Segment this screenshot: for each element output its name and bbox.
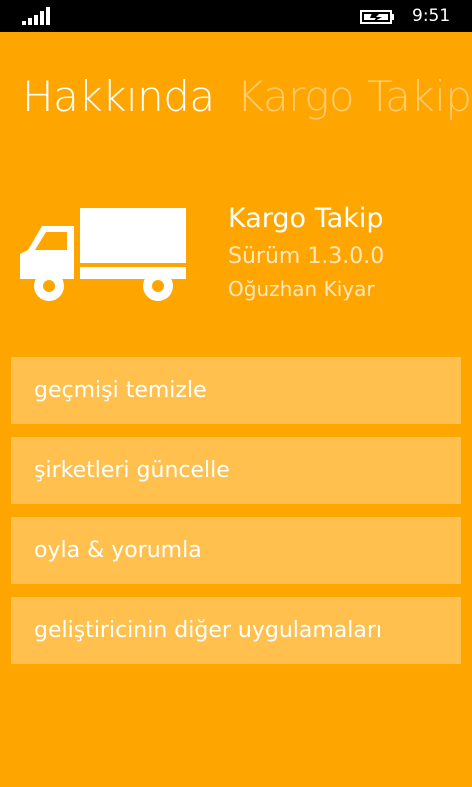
signal-bars-icon: [22, 7, 50, 25]
app-author: Oğuzhan Kiyar: [228, 277, 375, 301]
about-menu: geçmişi temizle şirketleri güncelle oyla…: [11, 357, 461, 677]
menu-item-label: geçmişi temizle: [34, 378, 207, 403]
clear-history-button[interactable]: geçmişi temizle: [11, 357, 461, 424]
update-companies-button[interactable]: şirketleri güncelle: [11, 437, 461, 504]
pivot-tab-about[interactable]: Hakkında: [22, 72, 215, 121]
app-name: Kargo Takip: [228, 203, 384, 234]
menu-item-label: geliştiricinin diğer uygulamaları: [34, 618, 383, 643]
pivot-tab-tracking[interactable]: Kargo Takip: [237, 72, 472, 121]
status-bar: 9:51: [0, 0, 472, 32]
menu-item-label: oyla & yorumla: [34, 538, 202, 563]
clock: 9:51: [412, 6, 451, 26]
rate-review-button[interactable]: oyla & yorumla: [11, 517, 461, 584]
battery-charging-icon: [360, 10, 394, 24]
app-info: Kargo Takip Sürüm 1.3.0.0 Oğuzhan Kiyar: [228, 202, 384, 304]
truck-icon: [20, 208, 186, 301]
pivot-header: Hakkında Kargo Takip: [22, 72, 472, 121]
app-version: Sürüm 1.3.0.0: [228, 244, 385, 269]
menu-item-label: şirketleri güncelle: [34, 458, 230, 483]
developer-other-apps-button[interactable]: geliştiricinin diğer uygulamaları: [11, 597, 461, 664]
